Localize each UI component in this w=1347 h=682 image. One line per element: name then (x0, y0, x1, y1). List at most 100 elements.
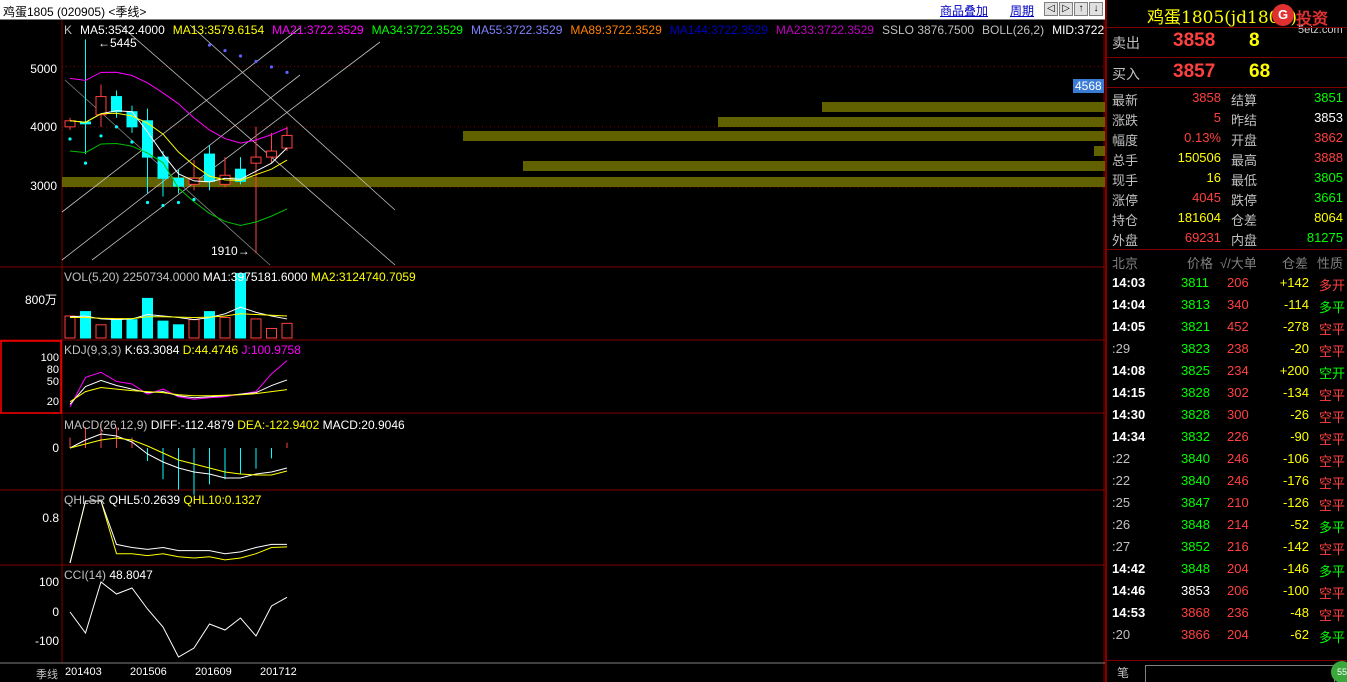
tick-volume: 238 (1227, 341, 1249, 356)
stat-value: 3888 (1314, 150, 1343, 165)
stat-value: 0.13% (1184, 130, 1221, 145)
tick-row[interactable]: 14:53 3868 236 -48 空平 (1107, 602, 1347, 624)
tick-volume: 246 (1227, 451, 1249, 466)
cci-label: CCI(14) (64, 568, 107, 582)
tick-time: :25 (1112, 495, 1131, 510)
ma-legend-item: MA233:3722.3529 (775, 23, 874, 37)
candle-body (95, 96, 107, 116)
tick-row[interactable]: :25 3847 210 -126 空平 (1107, 492, 1347, 514)
tick-oi-change: -126 (1282, 495, 1309, 510)
date-tick: 201712 (260, 666, 297, 678)
tick-price: 3823 (1181, 341, 1210, 356)
ma-legend-item: K (64, 23, 73, 37)
tick-row[interactable]: :27 3852 216 -142 空平 (1107, 536, 1347, 558)
tick-volume: 206 (1227, 275, 1249, 290)
tick-price: 3853 (1181, 583, 1210, 598)
stat-label: 跌停 (1231, 193, 1258, 208)
stat-value: 3805 (1314, 170, 1343, 185)
ma-legend: K MA5:3542.4000 MA13:3579.6154 MA21:3722.35… (64, 23, 1112, 37)
stat-label: 结算 (1231, 93, 1258, 108)
arrow-down-icon[interactable]: ↓ (1089, 2, 1103, 16)
tick-row[interactable]: 14:05 3821 452 -278 空平 (1107, 316, 1347, 338)
tick-type: 多平 (1319, 300, 1346, 315)
tick-price: 3828 (1181, 385, 1210, 400)
sell-volume: 8 (1249, 30, 1260, 51)
tick-type: 空平 (1319, 608, 1346, 623)
tick-type: 空平 (1319, 388, 1346, 403)
sell-price: 3858 (1173, 30, 1216, 51)
tick-type: 空平 (1319, 498, 1346, 513)
kdj-j: J:100.9758 (241, 343, 301, 357)
ma-legend-item: MA13:3579.6154 (172, 23, 265, 37)
tick-time: 14:05 (1112, 319, 1146, 334)
tick-type: 空平 (1319, 344, 1346, 359)
date-tick: 201403 (65, 666, 102, 678)
date-tick: 201506 (130, 666, 167, 678)
qhlsr-legend: QHLSR QHL5:0.2639 QHL10:0.1327 (64, 493, 261, 507)
arrow-up-icon[interactable]: ↑ (1074, 2, 1088, 16)
command-input[interactable] (1145, 665, 1335, 682)
sar-dot (285, 70, 289, 74)
overlay-commodity-button[interactable]: 商品叠加 (940, 2, 988, 19)
logo-site: 5etz.com (1298, 24, 1343, 36)
chevron-right-icon[interactable]: ▷ (1059, 2, 1073, 16)
tick-type: 多平 (1319, 630, 1346, 645)
chevron-left-icon[interactable]: ◁ (1044, 2, 1058, 16)
tick-type: 空平 (1319, 586, 1346, 601)
tick-row[interactable]: :22 3840 246 -106 空平 (1107, 448, 1347, 470)
badge-counter[interactable]: 55 (1331, 661, 1347, 682)
tick-type: 空平 (1319, 542, 1346, 557)
tick-price: 3848 (1181, 517, 1210, 532)
tick-row[interactable]: :22 3840 246 -176 空平 (1107, 470, 1347, 492)
tick-row[interactable]: :20 3866 204 -62 多平 (1107, 624, 1347, 646)
volume-label: VOL(5,20) 2250734.0000 (64, 270, 200, 284)
tick-row[interactable]: 14:04 3813 340 -114 多平 (1107, 294, 1347, 316)
tick-row[interactable]: 14:42 3848 204 -146 多平 (1107, 558, 1347, 580)
volume-bar (157, 320, 169, 339)
period-button[interactable]: 周期 (1010, 2, 1034, 19)
sar-dot (269, 65, 274, 69)
tick-volume: 246 (1227, 473, 1249, 488)
tick-row[interactable]: 14:34 3832 226 -90 空平 (1107, 426, 1347, 448)
volume-bar (250, 318, 262, 339)
volume-axis-tick: 800万 (24, 293, 57, 307)
tick-price: 3825 (1181, 363, 1210, 378)
tick-price: 3852 (1181, 539, 1210, 554)
tick-volume: 206 (1227, 583, 1249, 598)
sar-dot (238, 54, 243, 58)
tick-row[interactable]: 14:30 3828 300 -26 空平 (1107, 404, 1347, 426)
tick-time: 14:34 (1112, 429, 1146, 444)
tick-row[interactable]: :26 3848 214 -52 多平 (1107, 514, 1347, 536)
tick-row[interactable]: 14:03 3811 206 +142 多开 (1107, 272, 1347, 294)
tick-oi-change: -106 (1282, 451, 1309, 466)
tick-price: 3832 (1181, 429, 1210, 444)
sar-dot (130, 140, 134, 144)
tick-type: 多平 (1319, 564, 1346, 579)
price-axis-tick: 3000 (30, 179, 57, 193)
qhlsr-label: QHLSR (64, 493, 106, 507)
tick-time: 14:03 (1112, 275, 1146, 290)
tick-time: :26 (1112, 517, 1131, 532)
tick-row[interactable]: :29 3823 238 -20 空平 (1107, 338, 1347, 360)
quote-panel: 鸡蛋1805(jd1805) G 投资 5etz.com 卖出 3858 8 买… (1105, 0, 1347, 682)
kline-chart-area[interactable]: K MA5:3542.4000 MA13:3579.6154 MA21:3722.35… (0, 20, 1105, 682)
tick-oi-change: -62 (1290, 627, 1309, 642)
macd-label: MACD(26,12,9) (64, 418, 148, 432)
tick-oi-change: -114 (1283, 297, 1309, 312)
stat-value: 3661 (1314, 190, 1343, 205)
volume-ma1: MA1:3975181.6000 (202, 270, 308, 284)
tick-row[interactable]: 14:08 3825 234 +200 空开 (1107, 360, 1347, 382)
sar-dot (223, 48, 227, 53)
volume-ma2: MA2:3124740.7059 (310, 270, 416, 284)
tab-trades[interactable]: 笔 (1117, 664, 1129, 681)
cci-line (69, 581, 288, 658)
channel-line (91, 41, 381, 261)
tick-oi-change: +142 (1279, 275, 1309, 290)
ticks-header-price: 价格 (1187, 256, 1214, 271)
stat-value: 181604 (1177, 210, 1221, 225)
tick-row[interactable]: 14:46 3853 206 -100 空平 (1107, 580, 1347, 602)
tick-volume: 216 (1227, 539, 1249, 554)
tick-volume: 210 (1227, 495, 1249, 510)
tick-oi-change: -176 (1282, 473, 1309, 488)
tick-row[interactable]: 14:15 3828 302 -134 空平 (1107, 382, 1347, 404)
